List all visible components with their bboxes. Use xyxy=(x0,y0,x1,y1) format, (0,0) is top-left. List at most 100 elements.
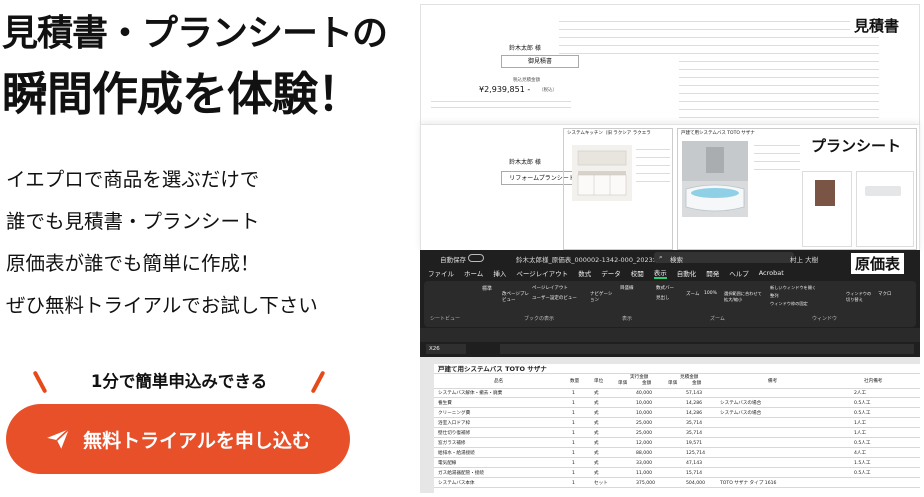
row-qty: 1 xyxy=(572,471,575,476)
table-header-row: 品名 数量 単位 実行金額 見積金額 単価 金額 単価 金額 備考 社内備考 xyxy=(434,375,920,389)
ribbon-page-break-button[interactable]: 改ページプレビュー xyxy=(502,291,530,303)
menu-formulas[interactable]: 数式 xyxy=(578,268,591,278)
ribbon-arrange-button[interactable]: 整列 xyxy=(770,293,778,299)
menu-file[interactable]: ファイル xyxy=(428,268,454,278)
ribbon-new-window-button[interactable]: 新しいウィンドウを開く xyxy=(770,285,816,291)
excel-title-bar: 自動保存 鈴木太郎様_原価表_000002-1342-000_2023年3月6日… xyxy=(420,250,920,266)
ribbon-formula-bar-checkbox[interactable]: 数式バー xyxy=(656,285,674,291)
row-inner-note: 0.5人工 xyxy=(854,471,871,476)
row-inner-note: 0.5人工 xyxy=(854,441,871,446)
menu-review[interactable]: 校閲 xyxy=(631,268,644,278)
row-qty: 1 xyxy=(572,421,575,426)
formula-bar: X26 xyxy=(420,342,920,356)
table-row[interactable]: 窓ガラス補修 1 式 12,000 19,571 0.5人工 xyxy=(434,440,920,449)
menu-data[interactable]: データ xyxy=(601,268,621,278)
menu-home[interactable]: ホーム xyxy=(464,268,483,278)
kitchen-title: システムキッチン（旧 ラクシア ラクエラ xyxy=(567,131,651,136)
row-qty: 1 xyxy=(572,411,575,416)
row-cost-amount: 88,000 xyxy=(636,451,653,456)
cta-caption-text: 1分で簡単申込みできる xyxy=(90,372,268,391)
ribbon-zoom-button[interactable]: ズーム xyxy=(686,291,699,297)
formula-input[interactable] xyxy=(500,344,914,354)
row-unit: セット xyxy=(594,481,608,486)
free-trial-button[interactable]: 無料トライアルを申し込む xyxy=(6,404,350,474)
row-estimate-amount: 57,143 xyxy=(686,391,703,396)
ribbon-custom-view-button[interactable]: ユーザー設定のビュー xyxy=(532,295,577,301)
menu-automate[interactable]: 自動化 xyxy=(677,268,697,278)
menu-page-layout[interactable]: ページレイアウト xyxy=(516,268,568,278)
row-cost-amount: 12,000 xyxy=(636,441,653,446)
ribbon-page-layout-button[interactable]: ページレイアウト xyxy=(532,285,568,291)
table-row[interactable]: 電気配線 1 式 33,000 47,143 1.5人工 xyxy=(434,460,920,469)
name-box[interactable]: X26 xyxy=(426,344,466,354)
row-item-name: クリーニング費 xyxy=(438,411,471,416)
row-item-name: ガス給湯器配管・接続 xyxy=(438,471,484,476)
ribbon-freeze-panes-button[interactable]: ウィンドウ枠の固定 xyxy=(770,301,808,307)
plan-tag: プランシート xyxy=(806,135,905,156)
ribbon-zoom-100-button[interactable]: 100% xyxy=(704,291,717,296)
row-estimate-amount: 35,714 xyxy=(686,421,703,426)
paper-plane-icon xyxy=(47,428,70,449)
table-row[interactable]: 浴室入口ドア枠 1 式 25,000 35,714 1人工 xyxy=(434,420,920,429)
promo-panel: 見積書・プランシートの 瞬間作成を体験！ イエプロで商品を選ぶだけで 誰でも見積… xyxy=(0,0,410,497)
subheader-estimate-amount: 金額 xyxy=(692,381,702,386)
menu-help[interactable]: ヘルプ xyxy=(729,268,749,278)
row-cost-amount: 40,000 xyxy=(636,391,653,396)
estimate-amount: ¥2,939,851 - xyxy=(479,85,531,94)
row-unit: 式 xyxy=(594,411,599,416)
search-placeholder: 検索 xyxy=(670,256,683,264)
row-inner-note: 1人工 xyxy=(854,431,867,436)
row-qty: 1 xyxy=(572,431,575,436)
row-qty: 1 xyxy=(572,481,575,486)
row-unit: 式 xyxy=(594,441,599,446)
table-row[interactable]: システムバス解体・撤去・廃棄 1 式 40,000 57,143 2人工 xyxy=(434,390,920,399)
row-cost-amount: 25,000 xyxy=(636,421,653,426)
menu-insert[interactable]: 挿入 xyxy=(493,268,506,278)
plan-customer: 鈴木太郎 様 xyxy=(509,159,541,166)
ribbon-headings-checkbox[interactable]: 見出し xyxy=(656,295,670,301)
table-row[interactable]: ガス給湯器配管・接続 1 式 11,000 15,714 0.5人工 xyxy=(434,470,920,479)
table-row[interactable]: システムバス本体 1 セット 375,000 504,000 TOTO サザナ タイプ 1… xyxy=(434,480,920,489)
estimate-amount-note: （税込） xyxy=(539,88,557,93)
table-row[interactable]: クリーニング費 1 式 10,000 14,286 システムバスの場合 0.5人工 xyxy=(434,410,920,419)
description-line: イエプロで商品を選ぶだけで xyxy=(6,168,260,191)
bathroom-image xyxy=(682,141,748,217)
user-name: 村上 大樹 xyxy=(790,256,819,264)
row-unit: 式 xyxy=(594,421,599,426)
header-inner-note: 社内備考 xyxy=(864,379,883,384)
ribbon-macro-button[interactable]: マクロ xyxy=(878,291,892,297)
ribbon-group-window: ウィンドウ xyxy=(812,316,838,322)
table-row[interactable]: 壁仕切り復補修 1 式 25,000 35,714 1人工 xyxy=(434,430,920,439)
ribbon-switch-window-button[interactable]: ウィンドウの切り替え xyxy=(846,291,872,303)
cta-caption: 1分で簡単申込みできる xyxy=(32,368,326,396)
estimate-tag: 見積書 xyxy=(849,15,903,36)
ribbon-group-book-view: ブックの表示 xyxy=(524,316,555,322)
ribbon-group-sheet-view: シートビュー xyxy=(430,316,461,322)
autosave-toggle[interactable] xyxy=(468,254,484,262)
menu-developer[interactable]: 開発 xyxy=(706,268,719,278)
row-unit: 式 xyxy=(594,451,599,456)
table-row[interactable]: 養生費 1 式 10,000 14,286 システムバスの場合 0.5人工 xyxy=(434,400,920,409)
estimate-customer: 鈴木太郎 様 xyxy=(509,45,541,52)
ribbon-group-show: 表示 xyxy=(622,316,633,322)
autosave-label: 自動保存 xyxy=(440,256,466,264)
row-inner-note: 0.5人工 xyxy=(854,411,871,416)
sheet-title: 戸建て用システムバス TOTO サザナ xyxy=(438,365,547,373)
ribbon-normal-button[interactable]: 標準 xyxy=(482,285,492,292)
estimate-amount-label: 税込見積金額 xyxy=(513,78,540,83)
row-note: システムバスの場合 xyxy=(720,401,762,406)
ribbon-zoom-selection-button[interactable]: 選択範囲に合わせて拡大/縮小 xyxy=(724,291,764,303)
row-estimate-amount: 47,143 xyxy=(686,461,703,466)
row-cost-amount: 375,000 xyxy=(636,481,655,486)
menu-view[interactable]: 表示 xyxy=(653,267,667,279)
search-box[interactable]: 検索 ⌕ xyxy=(654,252,794,264)
row-unit: 式 xyxy=(594,391,599,396)
spreadsheet-grid[interactable]: 戸建て用システムバス TOTO サザナ 品名 数量 単位 実行金額 見積金額 単… xyxy=(420,357,920,493)
menu-acrobat[interactable]: Acrobat xyxy=(759,269,784,277)
row-estimate-amount: 15,714 xyxy=(686,471,703,476)
table-row[interactable]: 給排水・給湯接続 1 式 88,000 125,714 4人工 xyxy=(434,450,920,459)
row-item-name: システムバス本体 xyxy=(438,481,475,486)
ribbon-gridlines-checkbox[interactable]: 目盛線 xyxy=(620,285,634,291)
ribbon-navigation-button[interactable]: ナビゲーション xyxy=(590,291,614,303)
row-cost-amount: 10,000 xyxy=(636,401,653,406)
